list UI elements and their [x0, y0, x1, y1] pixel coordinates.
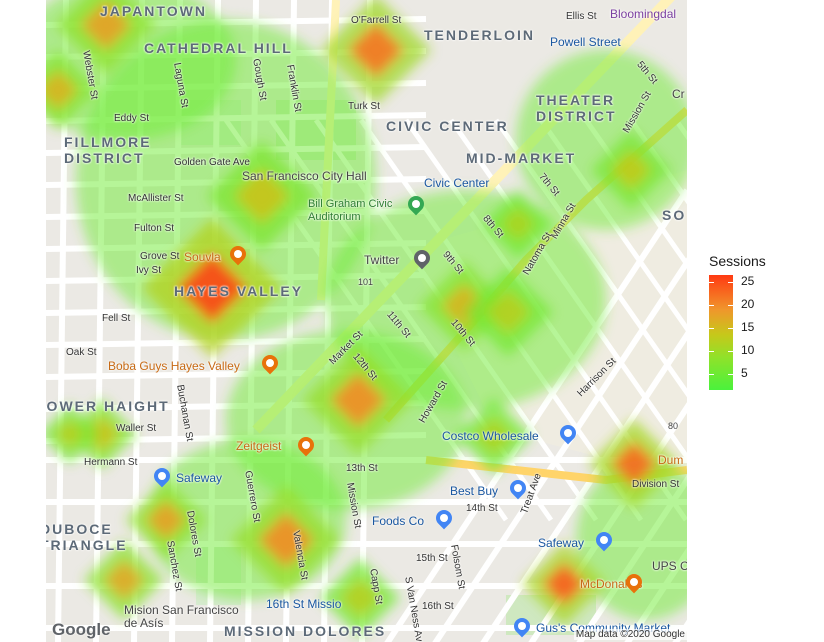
district-label-civic-center: CIVIC CENTER — [386, 118, 509, 134]
street-oak: Oak St — [66, 347, 97, 358]
district-label-tenderloin: TENDERLOIN — [424, 27, 535, 43]
legend-tick-mark — [709, 305, 714, 306]
poi-bloomingdales[interactable]: Bloomingdal — [610, 8, 676, 20]
poi-safeway-1[interactable]: Safeway — [176, 472, 222, 484]
legend-tick-mark — [728, 351, 733, 352]
street-fulton: Fulton St — [134, 223, 175, 234]
street-golden-gate: Golden Gate Ave — [174, 157, 250, 168]
street-waller: Waller St — [116, 423, 157, 434]
street-mcallister: McAllister St — [128, 193, 184, 204]
legend-colorbar — [709, 275, 733, 390]
district-label-lower-haight: LOWER HAIGHT — [46, 398, 170, 414]
legend-tick-15: 15 — [741, 320, 755, 334]
legend: Sessions 25 20 15 10 5 — [709, 253, 819, 403]
legend-tick-mark — [709, 351, 714, 352]
street-13th: 13th St — [346, 463, 378, 474]
map-panel[interactable]: JAPANTOWN CATHEDRAL HILL TENDERLOIN THEA… — [46, 0, 687, 642]
poi-sf-city-hall[interactable]: San Francisco City Hall — [242, 170, 367, 182]
street-ellis: Ellis St — [566, 11, 597, 22]
poi-bill-graham[interactable]: Bill Graham Civic Auditorium — [308, 198, 404, 224]
route-80-shield: 80 — [668, 421, 679, 431]
district-label-hayes-valley: HAYES VALLEY — [174, 283, 304, 299]
poi-zeitgeist[interactable]: Zeitgeist — [236, 440, 281, 452]
poi-cr: Cr — [672, 87, 685, 101]
legend-tick-mark — [709, 282, 714, 283]
district-label-mission-dolores: MISSION DOLORES — [224, 623, 387, 639]
street-ivy: Ivy St — [136, 265, 162, 276]
poi-ups[interactable]: UPS C — [652, 560, 687, 572]
street-grove: Grove St — [140, 251, 180, 262]
map-attribution[interactable]: Map data ©2020 Google — [573, 629, 687, 640]
duboce-text: DUBOCE TRIANGLE — [46, 521, 128, 553]
legend-tick-mark — [728, 305, 733, 306]
poi-16th-st-mission[interactable]: 16th St Missio — [266, 598, 341, 610]
poi-dum[interactable]: Dum — [658, 454, 683, 466]
district-label-soma: SO — [662, 207, 687, 223]
district-label-cathedral-hill: CATHEDRAL HILL — [144, 40, 293, 56]
legend-tick-mark — [728, 328, 733, 329]
legend-tick-mark — [709, 328, 714, 329]
street-16th: 16th St — [422, 601, 454, 612]
poi-best-buy[interactable]: Best Buy — [450, 485, 498, 497]
legend-tick-5: 5 — [741, 366, 748, 380]
legend-tick-mark — [709, 374, 714, 375]
fillmore-text: FILLMORE DISTRICT — [64, 134, 152, 166]
google-logo: Google — [52, 620, 111, 639]
street-division: Division St — [632, 479, 680, 490]
street-eddy: Eddy St — [114, 113, 150, 124]
poi-twitter[interactable]: Twitter — [364, 254, 399, 266]
street-15th: 15th St — [416, 553, 448, 564]
district-label-mid-market: MID-MARKET — [466, 150, 577, 166]
street-ofarrell: O'Farrell St — [351, 15, 402, 26]
legend-tick-mark — [728, 374, 733, 375]
legend-tick-25: 25 — [741, 274, 755, 288]
legend-tick-10: 10 — [741, 343, 755, 357]
poi-safeway-2[interactable]: Safeway — [538, 537, 584, 549]
poi-mision-san-francisco[interactable]: Mision San Francisco de Asís — [124, 604, 244, 630]
street-fell: Fell St — [102, 313, 131, 324]
district-label-duboce: DUBOCE TRIANGLE — [46, 521, 128, 553]
poi-powell-station[interactable]: Powell Street — [550, 36, 621, 48]
poi-souvla[interactable]: Souvla — [184, 251, 221, 263]
route-101-shield: 101 — [358, 277, 374, 287]
street-14th: 14th St — [466, 503, 498, 514]
poi-foods-co[interactable]: Foods Co — [372, 515, 424, 527]
district-label-japantown: JAPANTOWN — [100, 3, 207, 19]
legend-title: Sessions — [709, 253, 766, 269]
legend-tick-mark — [728, 282, 733, 283]
legend-tick-20: 20 — [741, 297, 755, 311]
street-turk: Turk St — [348, 101, 380, 112]
district-label-fillmore: FILLMORE DISTRICT — [64, 134, 164, 166]
poi-civic-center-station[interactable]: Civic Center — [424, 177, 489, 189]
poi-boba-guys[interactable]: Boba Guys Hayes Valley — [108, 360, 240, 372]
street-hermann: Hermann St — [84, 457, 138, 468]
poi-costco[interactable]: Costco Wholesale — [442, 430, 539, 442]
